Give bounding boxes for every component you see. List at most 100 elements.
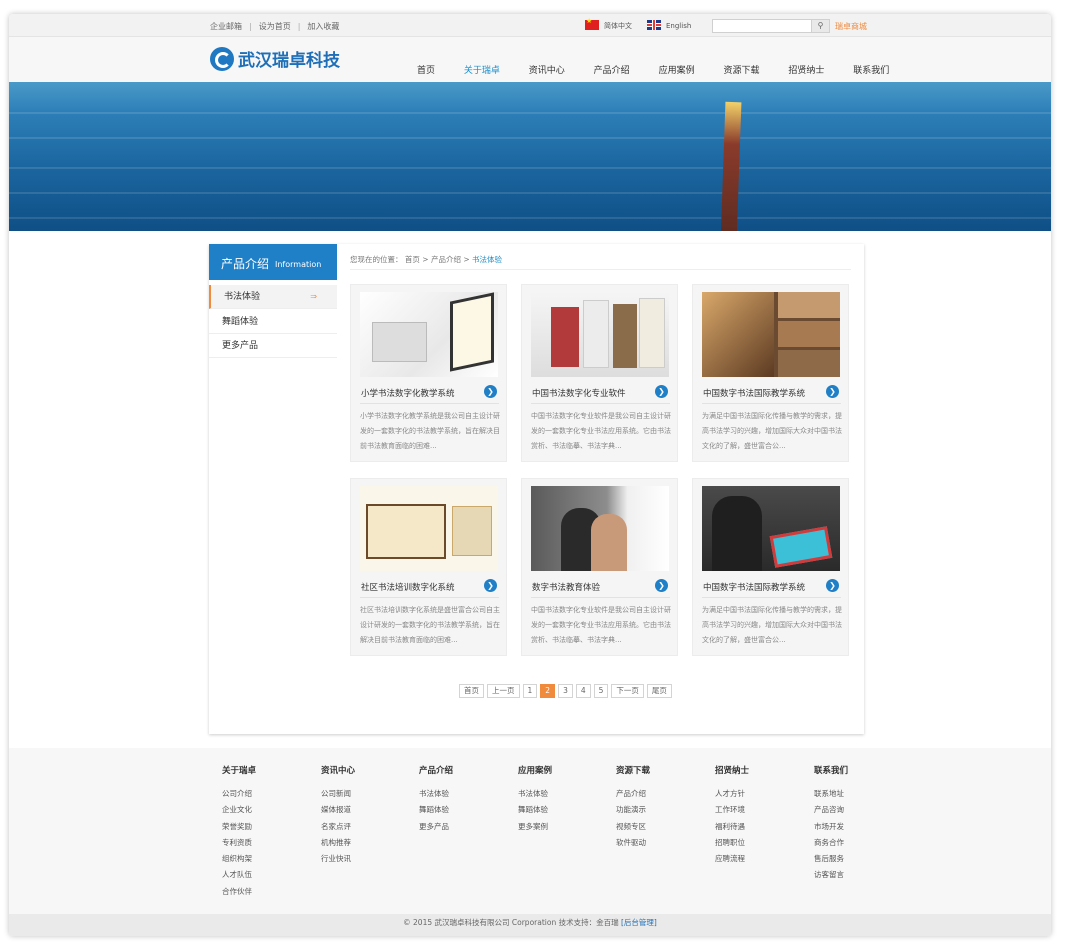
sidebar-item-more[interactable]: 更多产品 <box>209 334 337 358</box>
arrow-right-circle-icon[interactable]: ❯ <box>655 385 668 398</box>
product-title: 数字书法教育体验 <box>532 583 601 593</box>
footer-link[interactable]: 专利资质 <box>222 835 312 851</box>
footer-link[interactable]: 人才队伍 <box>222 867 312 883</box>
breadcrumb-products[interactable]: 产品介绍 <box>431 255 461 264</box>
logo[interactable]: 武汉瑞卓科技 <box>210 46 340 72</box>
product-desc: 小学书法数字化教学系统是我公司自主设计研发的一套数字化的书法教学系统，旨在解决目… <box>360 412 500 450</box>
footer-link[interactable]: 舞蹈体验 <box>518 802 608 818</box>
product-image <box>360 486 498 571</box>
search-input[interactable] <box>713 20 811 32</box>
footer-link[interactable]: 福利待遇 <box>715 819 805 835</box>
top-links: 企业邮箱 | 设为首页 | 加入收藏 <box>210 22 340 31</box>
nav-item-jobs[interactable]: 招贤纳士 <box>788 63 824 76</box>
footer-link[interactable]: 工作环境 <box>715 802 805 818</box>
product-card[interactable]: 数字书法教育体验 ❯ 中国书法数字化专业软件是我公司自主设计研发的一套数字化专业… <box>521 478 678 656</box>
page-next[interactable]: 下一页 <box>611 684 644 698</box>
product-image <box>702 486 840 571</box>
nav-item-contact[interactable]: 联系我们 <box>853 63 889 76</box>
product-desc: 为满足中国书法国际化传播与教学的需求，提高书法学习的兴趣，增加国际大众对中国书法… <box>702 606 842 644</box>
page-prev[interactable]: 上一页 <box>487 684 520 698</box>
product-card[interactable]: 中国书法数字化专业软件 ❯ 中国书法数字化专业软件是我公司自主设计研发的一套数字… <box>521 284 678 462</box>
footer-link[interactable]: 荣誉奖励 <box>222 819 312 835</box>
footer-link[interactable]: 企业文化 <box>222 802 312 818</box>
product-title: 中国数字书法国际教学系统 <box>703 583 806 593</box>
product-card[interactable]: 中国数字书法国际教学系统 ❯ 为满足中国书法国际化传播与教学的需求，提高书法学习… <box>692 284 849 462</box>
product-card[interactable]: 小学书法数字化教学系统 ❯ 小学书法数字化教学系统是我公司自主设计研发的一套数字… <box>350 284 507 462</box>
footer-link[interactable]: 联系地址 <box>814 786 904 802</box>
top-link-homepage[interactable]: 设为首页 <box>259 22 291 31</box>
arrow-right-circle-icon[interactable]: ❯ <box>826 579 839 592</box>
china-flag-icon <box>585 17 599 30</box>
page-number-current[interactable]: 2 <box>540 684 556 698</box>
footer-link[interactable]: 公司介绍 <box>222 786 312 802</box>
lang-en-label: English <box>666 22 692 30</box>
page-last[interactable]: 尾页 <box>646 684 672 698</box>
footer-link[interactable]: 名家点评 <box>321 819 411 835</box>
banner-image <box>9 82 1051 231</box>
product-desc: 为满足中国书法国际化传播与教学的需求，提高书法学习的兴趣，增加国际大众对中国书法… <box>702 412 842 450</box>
top-link-favorite[interactable]: 加入收藏 <box>307 22 339 31</box>
footer-link[interactable]: 产品咨询 <box>814 802 904 818</box>
footer-link[interactable]: 更多案例 <box>518 819 608 835</box>
nav-item-home[interactable]: 首页 <box>417 63 435 76</box>
sidebar-item-dance[interactable]: 舞蹈体验 <box>209 310 337 334</box>
footer-link[interactable]: 应聘流程 <box>715 851 805 867</box>
footer-link[interactable]: 合作伙伴 <box>222 884 312 900</box>
footer-col-title: 产品介绍 <box>419 766 454 776</box>
admin-link[interactable]: [后台管理] <box>621 918 657 927</box>
arrow-right-icon: ⇒ <box>310 292 317 301</box>
search-box: ⚲ <box>712 19 830 33</box>
arrow-right-circle-icon[interactable]: ❯ <box>484 385 497 398</box>
footer-link[interactable]: 产品介绍 <box>616 786 706 802</box>
footer-link[interactable]: 机构推荐 <box>321 835 411 851</box>
footer-link[interactable]: 招聘职位 <box>715 835 805 851</box>
footer-link[interactable]: 售后服务 <box>814 851 904 867</box>
footer-link[interactable]: 行业快讯 <box>321 851 411 867</box>
breadcrumb-home[interactable]: 首页 <box>405 255 420 264</box>
lang-en-link[interactable]: English <box>647 20 691 30</box>
footer-link[interactable]: 访客留言 <box>814 867 904 883</box>
nav-item-downloads[interactable]: 资源下载 <box>723 63 759 76</box>
nav-item-news[interactable]: 资讯中心 <box>529 63 565 76</box>
footer: 关于瑞卓 公司介绍 企业文化 荣誉奖励 专利资质 组织构架 人才队伍 合作伙伴 … <box>9 748 1051 914</box>
breadcrumb-current: 书法体验 <box>472 255 503 264</box>
footer-link[interactable]: 更多产品 <box>419 819 509 835</box>
footer-link[interactable]: 视频专区 <box>616 819 706 835</box>
page-first[interactable]: 首页 <box>459 684 484 698</box>
nav-item-products[interactable]: 产品介绍 <box>594 63 630 76</box>
footer-link[interactable]: 书法体验 <box>518 786 608 802</box>
search-button[interactable]: ⚲ <box>811 20 829 32</box>
nav-item-about[interactable]: 关于瑞卓 <box>464 63 500 76</box>
arrow-right-circle-icon[interactable]: ❯ <box>826 385 839 398</box>
footer-link[interactable]: 公司新闻 <box>321 786 411 802</box>
nav-item-cases[interactable]: 应用案例 <box>659 63 695 76</box>
footer-link[interactable]: 书法体验 <box>419 786 509 802</box>
lang-cn-link[interactable]: 简体中文 <box>585 17 632 31</box>
arrow-right-circle-icon[interactable]: ❯ <box>484 579 497 592</box>
footer-link[interactable]: 软件驱动 <box>616 835 706 851</box>
footer-link[interactable]: 人才方针 <box>715 786 805 802</box>
footer-col-title: 应用案例 <box>518 766 553 776</box>
sidebar-item-calligraphy[interactable]: 书法体验 ⇒ <box>209 285 337 309</box>
page-number[interactable]: 5 <box>593 684 609 698</box>
page-number[interactable]: 3 <box>558 684 573 698</box>
logo-text: 武汉瑞卓科技 <box>238 51 340 71</box>
mall-link[interactable]: 瑞卓商城 <box>835 21 867 32</box>
product-card[interactable]: 社区书法培训数字化系统 ❯ 社区书法培训数字化系统是盛世富合公司自主设计研发的一… <box>350 478 507 656</box>
arrow-right-circle-icon[interactable]: ❯ <box>655 579 668 592</box>
top-link-mail[interactable]: 企业邮箱 <box>210 22 242 31</box>
sidebar-title-en: Information <box>275 260 322 269</box>
footer-link[interactable]: 商务合作 <box>814 835 904 851</box>
footer-link[interactable]: 组织构架 <box>222 851 312 867</box>
product-card[interactable]: 中国数字书法国际教学系统 ❯ 为满足中国书法国际化传播与教学的需求，提高书法学习… <box>692 478 849 656</box>
breadcrumb-prefix: 您现在的位置： <box>350 255 403 264</box>
footer-link[interactable]: 舞蹈体验 <box>419 802 509 818</box>
page-number[interactable]: 4 <box>575 684 591 698</box>
sidebar-item-label: 舞蹈体验 <box>222 317 259 327</box>
page-number[interactable]: 1 <box>522 684 538 698</box>
footer-col-title: 资源下载 <box>616 766 651 776</box>
product-desc: 中国书法数字化专业软件是我公司自主设计研发的一套数字化专业书法应用系统。它由书法… <box>531 606 671 644</box>
footer-link[interactable]: 媒体报道 <box>321 802 411 818</box>
footer-link[interactable]: 功能演示 <box>616 802 706 818</box>
footer-link[interactable]: 市场开发 <box>814 819 904 835</box>
